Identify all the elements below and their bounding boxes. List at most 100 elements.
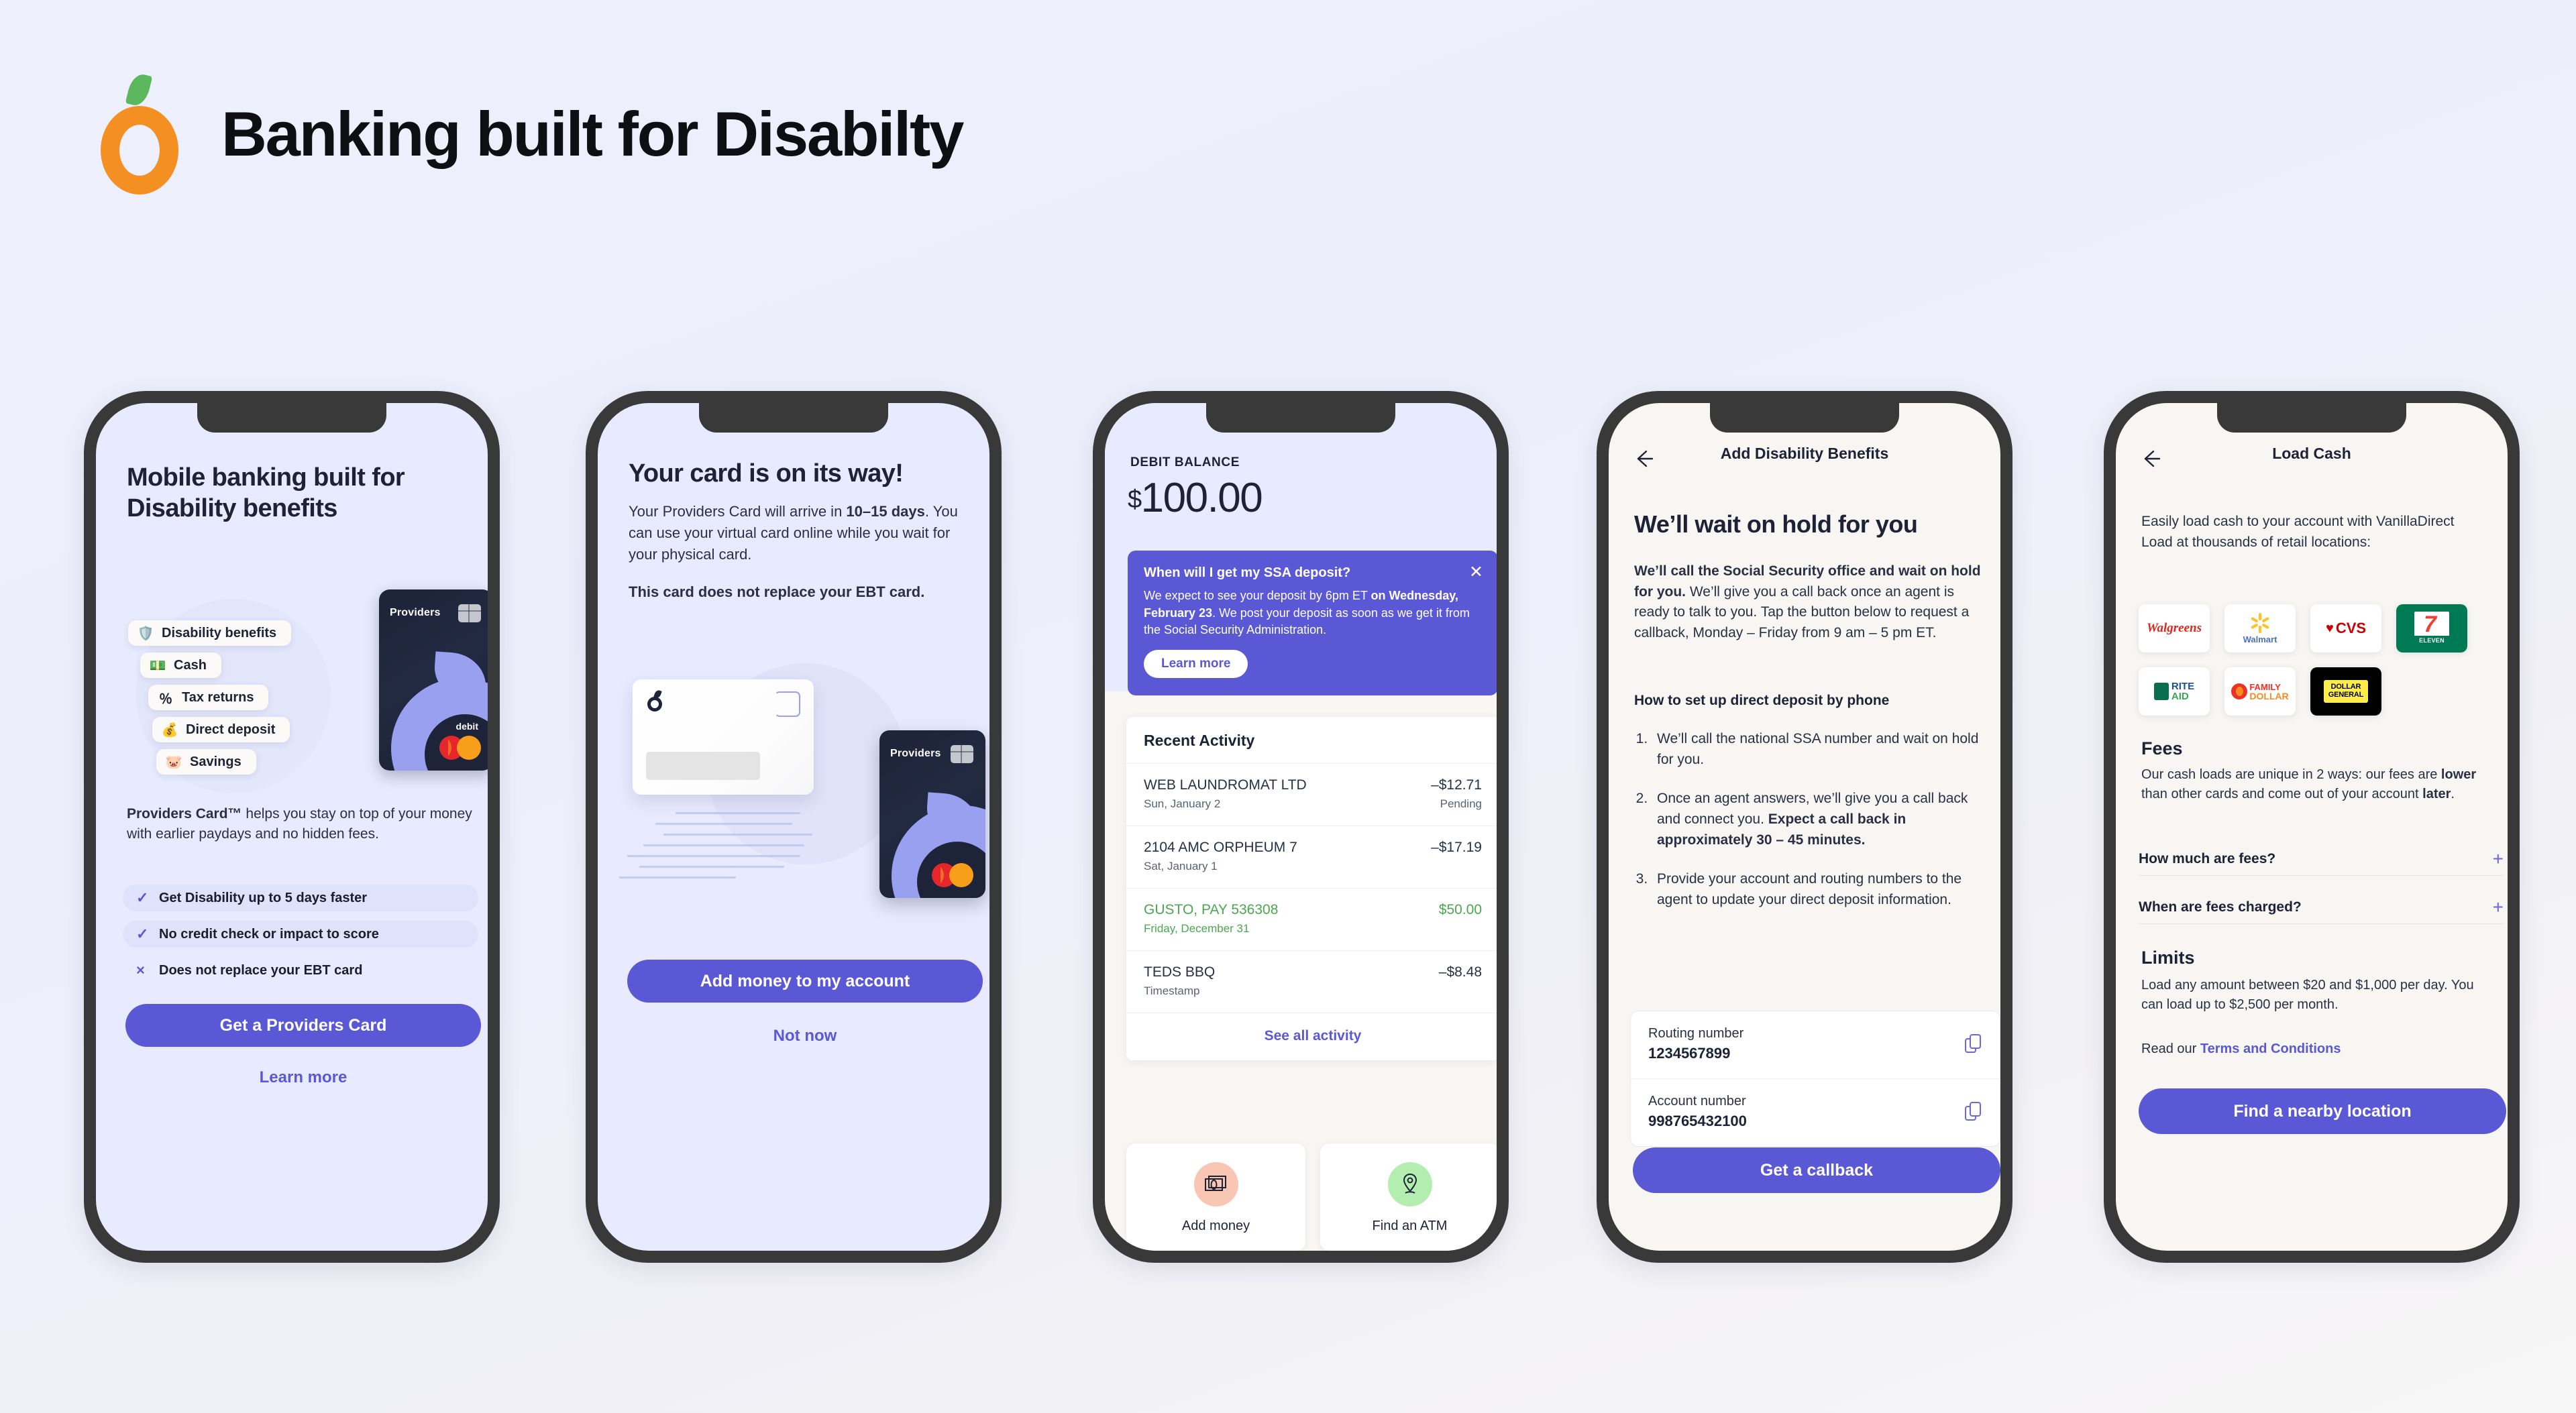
list-item: × Does not replace your EBT card (123, 957, 478, 984)
walmart-logo: Walmart (2224, 604, 2296, 653)
arrow-left-icon[interactable] (1631, 447, 1654, 470)
plus-icon[interactable]: + (2493, 850, 2504, 868)
envelope-card (633, 679, 814, 795)
fees-text-2: than other cards and come out of your ac… (2141, 787, 2423, 801)
bullet-label: Does not replace your EBT card (159, 962, 363, 978)
mastercard-logo (439, 736, 481, 760)
atm-cash-icon: 💵 (149, 658, 166, 673)
list-item: ％ Tax returns (148, 685, 269, 710)
card-type-label: debit (455, 721, 478, 732)
percent-icon: ％ (159, 691, 172, 707)
phone-mockup-balance: DEBIT BALANCE $100.00 When will I get my… (1093, 391, 1509, 1263)
card-brand-label: Providers (890, 748, 941, 759)
merchant-name: GUSTO, PAY 536308 (1144, 902, 1279, 917)
list-item: We’ll call the national SSA number and w… (1652, 729, 1994, 770)
add-money-tile[interactable]: Add money (1126, 1143, 1305, 1251)
phone-notch (197, 403, 386, 433)
merchant-name: WEB LAUNDROMAT LTD (1144, 777, 1307, 793)
walgreens-logo: Walgreens (2139, 604, 2210, 653)
table-row[interactable]: 2104 AMC ORPHEUM 7 Sat, January 1 –$17.1… (1126, 826, 1497, 888)
check-icon: ✓ (136, 925, 149, 942)
mastercard-logo (932, 863, 973, 887)
limits-heading: Limits (2141, 948, 2195, 968)
phone-mockups-row: Mobile banking built for Disability bene… (0, 391, 2576, 1276)
copy-icon[interactable] (1965, 1034, 1982, 1054)
bullet-label: Get Disability up to 5 days faster (159, 890, 368, 905)
step-text: We’ll call the national SSA number and w… (1657, 731, 1979, 767)
onboarding-description: Providers Card™ helps you stay on top of… (127, 804, 476, 844)
terms-line: Read our Terms and Conditions (2141, 1041, 2341, 1057)
phone-notch (699, 403, 888, 433)
copy-icon[interactable] (1965, 1102, 1982, 1122)
piggy-bank-icon: 🐷 (165, 754, 182, 770)
list-item: Provide your account and routing numbers… (1652, 869, 1994, 910)
table-row[interactable]: TEDS BBQ Timestamp –$8.48 (1126, 950, 1497, 1013)
accordion-how-much-are-fees[interactable]: How much are fees? + (2139, 850, 2504, 868)
retailer-logo-grid: Walgreens Walmart ♥ CVS 7 ELEVEN RITE AI… (2139, 604, 2501, 716)
leaf-icon (125, 72, 153, 108)
table-row[interactable]: WEB LAUNDROMAT LTD Sun, January 2 –$12.7… (1126, 763, 1497, 826)
card-illustration: Providers debit 🛡️ Disability benefits 💵… (103, 585, 488, 793)
emv-chip-icon (458, 604, 481, 622)
list-item: 🐷 Savings (156, 749, 256, 775)
family-dollar-logo: FAMILY DOLLAR (2224, 667, 2296, 716)
accordion-question: When are fees charged? (2139, 899, 2302, 915)
find-atm-tile[interactable]: Find an ATM (1320, 1143, 1497, 1251)
accordion-question: How much are fees? (2139, 851, 2276, 866)
nav-title: Add Disability Benefits (1720, 445, 1889, 462)
mortar-icon (2153, 683, 2169, 700)
list-item: Once an agent answers, we’ll give you a … (1652, 789, 1994, 850)
transaction-date: Friday, December 31 (1144, 922, 1250, 935)
chip-label: Tax returns (182, 689, 254, 705)
divider (2139, 923, 2504, 924)
merchant-name: TEDS BBQ (1144, 964, 1216, 980)
cash-bills-icon (1193, 1162, 1238, 1206)
dollar-general-logo: DOLLAR GENERAL (2310, 667, 2381, 716)
see-all-activity-link[interactable]: See all activity (1126, 1013, 1497, 1060)
bracket-shape (775, 691, 800, 717)
not-now-link[interactable]: Not now (627, 1027, 983, 1045)
banner-learn-more-button[interactable]: Learn more (1144, 649, 1248, 678)
orange-ring-icon (101, 106, 178, 194)
list-item: 💰 Direct deposit (152, 717, 290, 742)
rite-aid-logo: RITE AID (2139, 667, 2210, 716)
get-callback-button[interactable]: Get a callback (1633, 1147, 2000, 1193)
heart-icon: ♥ (2325, 620, 2334, 636)
card-brand-label: Providers (390, 607, 441, 618)
fees-paragraph: Our cash loads are unique in 2 ways: our… (2141, 765, 2483, 804)
amount-value: 100.00 (1140, 475, 1263, 521)
walmart-label: Walmart (2243, 634, 2277, 644)
cross-icon: × (136, 962, 145, 978)
plus-icon[interactable]: + (2493, 898, 2504, 917)
page-heading: We’ll wait on hold for you (1634, 510, 1918, 538)
arrow-left-icon[interactable] (2139, 447, 2161, 470)
tile-label: Add money (1181, 1219, 1250, 1233)
providers-card-front: Providers (879, 730, 985, 898)
address-placeholder (646, 752, 760, 780)
transaction-amount: –$8.48 (1438, 964, 1482, 980)
accordion-when-are-fees-charged[interactable]: When are fees charged? + (2139, 898, 2504, 917)
learn-more-link[interactable]: Learn more (125, 1068, 481, 1087)
screen-card-on-its-way: Your card is on its way! Your Providers … (598, 403, 989, 1251)
steps-list: We’ll call the national SSA number and w… (1634, 729, 1994, 929)
table-row[interactable]: GUSTO, PAY 536308 Friday, December 31 $5… (1126, 888, 1497, 950)
quick-action-tiles: Add money Find an ATM (1126, 1143, 1497, 1251)
close-icon[interactable]: ✕ (1469, 564, 1483, 581)
terms-and-conditions-link[interactable]: Terms and Conditions (2200, 1041, 2341, 1056)
balance-label: DEBIT BALANCE (1130, 455, 1240, 469)
recent-activity-title: Recent Activity (1144, 732, 1255, 749)
benefit-bullets: ✓ Get Disability up to 5 days faster ✓ N… (123, 885, 478, 993)
body-pre: Your Providers Card will arrive in (629, 503, 847, 520)
transaction-amount: $50.00 (1438, 902, 1482, 917)
get-providers-card-button[interactable]: Get a Providers Card (125, 1004, 481, 1047)
phone-notch (2217, 403, 2406, 433)
phone-mockup-card-shipping: Your card is on its way! Your Providers … (586, 391, 1002, 1263)
seven-eleven-logo: 7 ELEVEN (2396, 604, 2467, 653)
providers-card-front: Providers debit (379, 589, 488, 771)
check-icon: ✓ (136, 889, 149, 906)
add-money-button[interactable]: Add money to my account (627, 960, 983, 1003)
navigation-bar: Add Disability Benefits (1609, 445, 2000, 475)
chip-label: Savings (190, 754, 241, 769)
find-nearby-location-button[interactable]: Find a nearby location (2139, 1088, 2506, 1134)
merchant-name: 2104 AMC ORPHEUM 7 (1144, 840, 1297, 855)
